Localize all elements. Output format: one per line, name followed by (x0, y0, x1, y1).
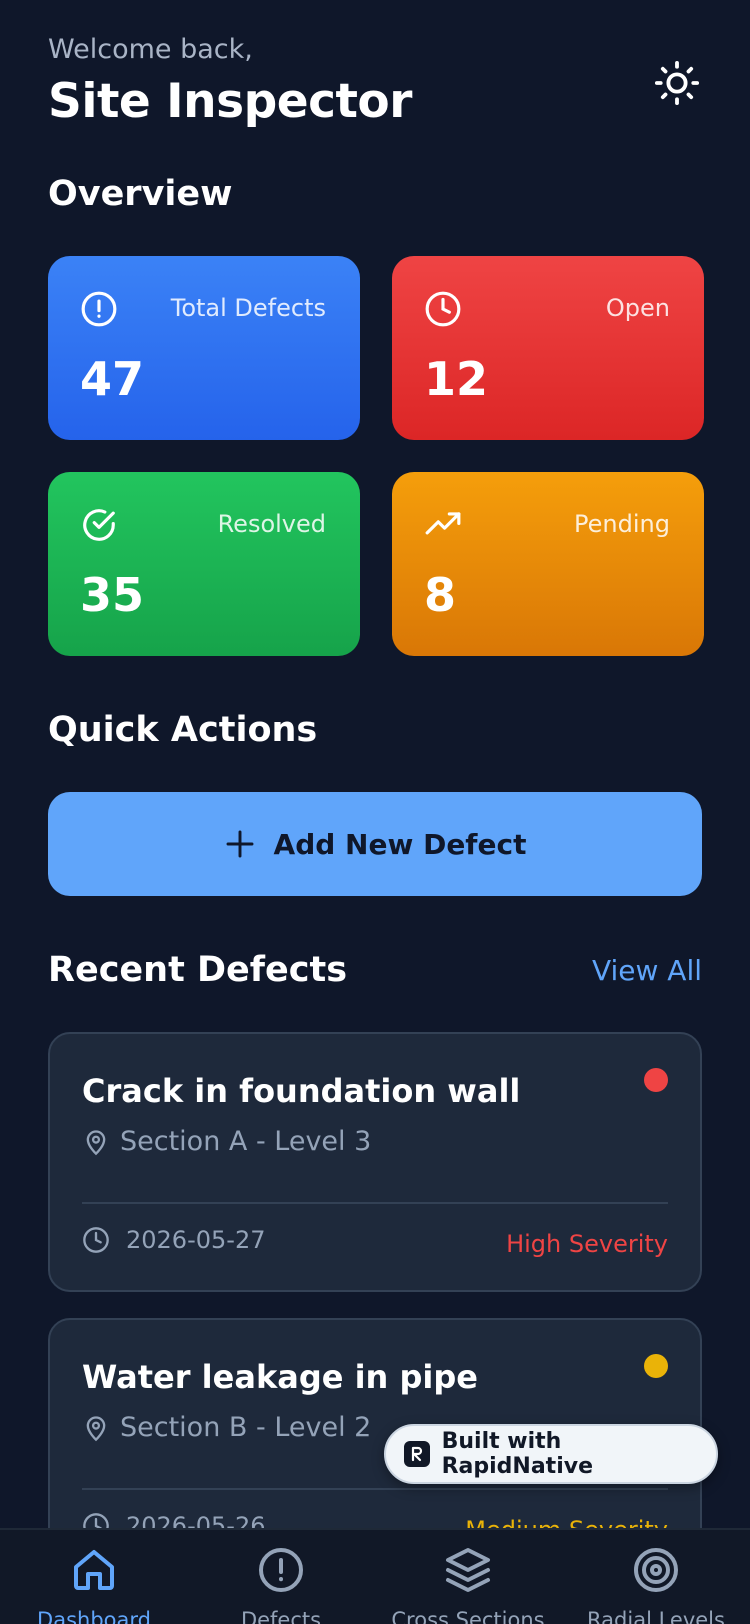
location-text: Section B - Level 2 (120, 1412, 372, 1443)
clock-icon (83, 1227, 109, 1253)
map-pin-icon (86, 1415, 106, 1441)
defect-title: Water leakage in pipe (82, 1358, 478, 1396)
card-divider (82, 1488, 668, 1490)
nav-item-cross-sections[interactable]: Cross Sections (374, 1530, 562, 1624)
stat-label: Open (605, 294, 670, 322)
nav-item-dashboard[interactable]: Dashboard (0, 1530, 188, 1624)
stat-value: 35 (80, 568, 145, 622)
rapidnative-logo-icon (404, 1441, 430, 1467)
layers-icon (446, 1548, 490, 1592)
add-new-defect-label: Add New Defect (273, 827, 527, 861)
map-pin-icon (86, 1129, 106, 1155)
defect-card[interactable]: Crack in foundation wall Section A - Lev… (48, 1032, 702, 1292)
page-title: Site Inspector (48, 74, 412, 129)
add-new-defect-button[interactable]: Add New Defect (48, 792, 702, 896)
severity-label: High Severity (506, 1230, 668, 1258)
check-circle-icon (83, 509, 115, 541)
defect-location: Section A - Level 3 (82, 1126, 371, 1157)
bottom-nav: Dashboard Defects Cross Sections Radial … (0, 1528, 750, 1624)
defect-date: 2026-05-27 (82, 1226, 265, 1254)
home-icon (74, 1550, 114, 1590)
nav-item-defects[interactable]: Defects (187, 1530, 375, 1624)
severity-dot (644, 1354, 668, 1378)
stat-label: Total Defects (170, 294, 326, 322)
date-text: 2026-05-27 (126, 1226, 266, 1254)
dashboard-screen: Welcome back, Site Inspector Overview To… (0, 0, 750, 1624)
alert-circle-icon (259, 1548, 303, 1592)
stat-card-resolved[interactable]: Resolved 35 (48, 472, 360, 656)
stat-card-pending[interactable]: Pending 8 (392, 472, 704, 656)
nav-label: Dashboard (37, 1608, 151, 1624)
plus-icon (226, 830, 253, 858)
stat-value: 12 (424, 352, 489, 406)
theme-toggle-button[interactable] (652, 58, 702, 108)
quick-actions-heading: Quick Actions (48, 710, 318, 750)
stat-label: Resolved (217, 510, 326, 538)
alert-circle-icon (81, 291, 117, 327)
welcome-text: Welcome back, (48, 34, 253, 65)
stat-value: 8 (424, 568, 457, 622)
badge-text: Built with RapidNative (441, 1429, 593, 1479)
nav-item-radial-levels[interactable]: Radial Levels (562, 1530, 750, 1624)
target-icon (634, 1548, 678, 1592)
defect-location: Section B - Level 2 (82, 1412, 371, 1443)
recent-defects-heading: Recent Defects (48, 950, 348, 990)
stat-value: 47 (80, 352, 145, 406)
stat-label: Pending (574, 510, 670, 538)
defect-title: Crack in foundation wall (82, 1072, 521, 1110)
nav-label: Radial Levels (587, 1608, 725, 1624)
clock-icon (425, 291, 461, 327)
severity-dot (644, 1068, 668, 1092)
sun-icon (654, 60, 700, 106)
view-all-link[interactable]: View All (592, 954, 702, 987)
trending-up-icon (425, 512, 461, 535)
nav-label: Defects (240, 1608, 322, 1624)
overview-heading: Overview (48, 174, 233, 214)
nav-label: Cross Sections (391, 1608, 545, 1624)
card-divider (82, 1202, 668, 1204)
location-text: Section A - Level 3 (120, 1126, 372, 1157)
built-with-badge[interactable]: Built with RapidNative (384, 1424, 718, 1484)
stat-card-open[interactable]: Open 12 (392, 256, 704, 440)
stat-card-total-defects[interactable]: Total Defects 47 (48, 256, 360, 440)
